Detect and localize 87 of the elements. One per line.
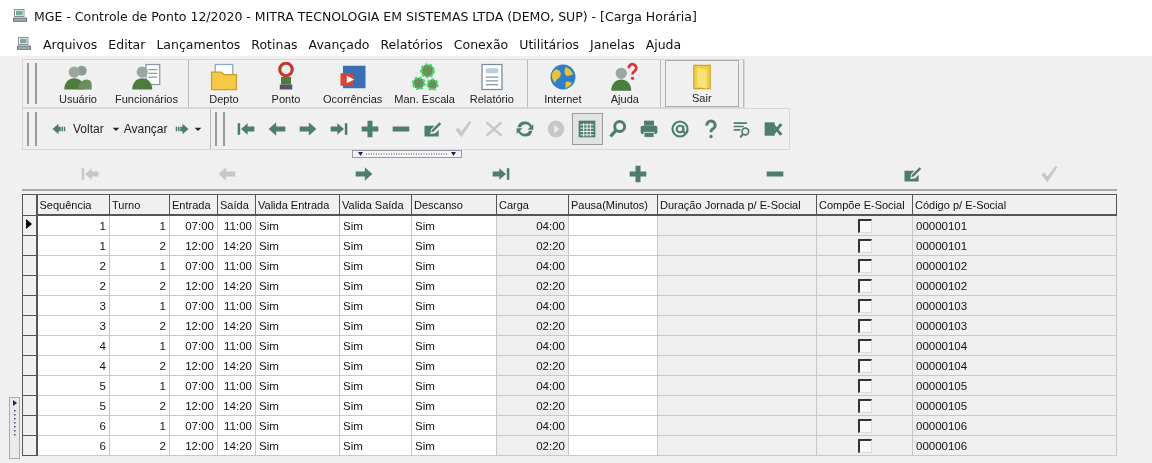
menu-item[interactable]: Janelas — [590, 36, 635, 52]
person-question-icon — [609, 62, 640, 92]
row-indicator[interactable] — [22, 355, 37, 376]
column-header[interactable]: Compõe E-Social — [816, 194, 913, 215]
plus-icon — [360, 119, 380, 139]
toolbar-button[interactable]: Internet — [531, 60, 594, 107]
employee-document-icon — [131, 62, 162, 92]
row-indicator[interactable] — [22, 315, 37, 336]
filter-search-icon — [732, 119, 752, 139]
toolbar-dropdown-handle[interactable] — [352, 150, 462, 158]
checkbox[interactable] — [857, 278, 872, 293]
toolbar-button[interactable]: Relatório — [460, 60, 523, 107]
toolbar-grip[interactable] — [214, 112, 225, 146]
checkbox[interactable] — [857, 438, 872, 453]
row-indicator[interactable] — [22, 215, 37, 236]
window-title: MGE - Controle de Ponto 12/2020 - MITRA TECNOLOGIA EM SISTEMAS LTDA (DEMO, SUP) - [Carga Horária] — [34, 8, 697, 24]
menu-item[interactable]: Ajuda — [645, 36, 682, 52]
menu-item[interactable]: Utilitários — [519, 36, 580, 52]
menu-item[interactable]: Rotinas — [251, 36, 298, 52]
checkbox[interactable] — [857, 298, 872, 313]
plus-icon — [627, 164, 648, 184]
column-header[interactable]: Sequência — [36, 194, 110, 215]
spreadsheet-export-icon — [763, 119, 783, 139]
row-indicator[interactable] — [22, 255, 37, 276]
toolbar-button[interactable]: Man. Escala — [388, 60, 461, 107]
printer-icon — [639, 119, 659, 139]
toolbar-grip[interactable] — [27, 112, 37, 146]
column-header[interactable]: Pausa(Minutos) — [568, 194, 658, 215]
cross-icon — [484, 119, 504, 139]
column-header[interactable]: Valida Saída — [339, 194, 412, 215]
checkbox[interactable] — [857, 338, 872, 353]
search-icon — [608, 119, 628, 139]
calendar-icon — [577, 119, 597, 139]
row-indicator[interactable] — [22, 335, 37, 356]
row-indicator[interactable] — [22, 395, 37, 416]
caret-icon — [193, 125, 202, 133]
checkbox[interactable] — [857, 358, 872, 373]
menu-item[interactable]: Arquivos — [43, 36, 98, 52]
toolbar-button[interactable]: Funcionários — [109, 60, 184, 107]
checkbox[interactable] — [857, 258, 872, 273]
column-header[interactable]: Entrada — [169, 194, 218, 215]
toolbar-button[interactable]: Ponto — [255, 60, 317, 107]
toolbar-button[interactable]: Depto — [193, 60, 255, 107]
column-header[interactable]: Código p/ E-Social — [912, 194, 1117, 215]
back-button[interactable]: Voltar — [47, 113, 108, 145]
checkbox[interactable] — [857, 318, 872, 333]
toolbar-button[interactable]: Ajuda — [593, 60, 656, 107]
menu-item[interactable]: Avançado — [308, 36, 370, 52]
checkbox[interactable] — [857, 238, 872, 253]
column-header[interactable]: Turno — [109, 194, 170, 215]
forward-button[interactable]: Avançar — [107, 113, 206, 145]
column-header[interactable]: Carga — [496, 194, 569, 215]
app-computer-icon — [12, 8, 28, 24]
app-computer-icon — [16, 36, 32, 52]
toolbar-button[interactable]: Sair — [664, 60, 739, 107]
toolbar-button[interactable] — [571, 113, 603, 145]
menu-item[interactable]: Relatórios — [380, 36, 443, 52]
column-header[interactable]: Valida Entrada — [255, 194, 340, 215]
toolbar-grip[interactable] — [27, 63, 37, 104]
edit-icon — [422, 119, 442, 139]
row-indicator[interactable] — [22, 375, 37, 396]
row-indicator[interactable] — [22, 295, 37, 316]
caret-icon — [111, 125, 120, 133]
checkbox[interactable] — [857, 378, 872, 393]
checkmark-icon — [453, 119, 473, 139]
checkbox[interactable] — [857, 418, 872, 433]
menu-item[interactable]: Lançamentos — [156, 36, 241, 52]
row-indicator[interactable] — [22, 415, 37, 436]
column-header[interactable]: Descanso — [411, 194, 497, 215]
folder-icon — [209, 62, 239, 92]
header-corner-cell — [22, 194, 37, 215]
row-indicator[interactable] — [22, 435, 37, 456]
refresh-icon — [515, 119, 535, 139]
menu-item[interactable]: Editar — [108, 36, 146, 52]
toolbar-button[interactable]: Usuário — [47, 60, 109, 107]
side-panel-handle[interactable] — [9, 397, 20, 459]
row-indicator[interactable] — [22, 235, 37, 256]
row-indicator[interactable] — [22, 275, 37, 296]
checkbox[interactable] — [857, 398, 872, 413]
column-header[interactable]: Duração Jornada p/ E-Social — [657, 194, 817, 215]
column-header[interactable]: Saída — [217, 194, 256, 215]
toolbar-button[interactable]: Ocorrências — [317, 60, 389, 107]
menu-item[interactable]: Conexão — [453, 36, 509, 52]
checkbox[interactable] — [857, 218, 872, 233]
gears-icon — [409, 62, 440, 92]
at-sign-icon — [670, 119, 690, 139]
record-icon — [546, 119, 566, 139]
